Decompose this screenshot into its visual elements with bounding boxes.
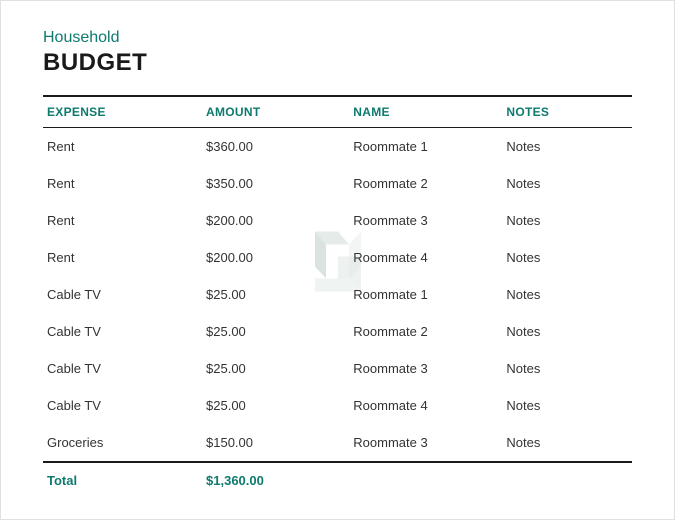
- cell-expense: Cable TV: [43, 276, 202, 313]
- cell-expense: Cable TV: [43, 313, 202, 350]
- cell-notes: Notes: [502, 165, 632, 202]
- cell-name: Roommate 4: [349, 387, 502, 424]
- cell-notes: Notes: [502, 387, 632, 424]
- cell-amount: $200.00: [202, 202, 349, 239]
- document-subtitle: Household: [43, 29, 632, 47]
- cell-notes: Notes: [502, 424, 632, 462]
- cell-name: Roommate 2: [349, 313, 502, 350]
- cell-expense: Rent: [43, 239, 202, 276]
- cell-amount: $150.00: [202, 424, 349, 462]
- cell-notes: Notes: [502, 239, 632, 276]
- table-row: Cable TV$25.00Roommate 3Notes: [43, 350, 632, 387]
- document-title: BUDGET: [43, 49, 632, 77]
- cell-notes: Notes: [502, 350, 632, 387]
- table-row: Rent$360.00Roommate 1Notes: [43, 128, 632, 166]
- cell-expense: Cable TV: [43, 387, 202, 424]
- cell-notes: Notes: [502, 128, 632, 166]
- cell-notes: Notes: [502, 202, 632, 239]
- cell-expense: Cable TV: [43, 350, 202, 387]
- cell-amount: $25.00: [202, 313, 349, 350]
- column-header-amount: AMOUNT: [202, 96, 349, 128]
- table-row: Rent$200.00Roommate 4Notes: [43, 239, 632, 276]
- cell-notes: Notes: [502, 276, 632, 313]
- cell-name: Roommate 2: [349, 165, 502, 202]
- cell-amount: $360.00: [202, 128, 349, 166]
- total-amount: $1,360.00: [202, 462, 349, 498]
- column-header-notes: NOTES: [502, 96, 632, 128]
- cell-name: Roommate 3: [349, 350, 502, 387]
- cell-expense: Groceries: [43, 424, 202, 462]
- cell-expense: Rent: [43, 128, 202, 166]
- column-header-name: NAME: [349, 96, 502, 128]
- cell-name: Roommate 1: [349, 128, 502, 166]
- cell-expense: Rent: [43, 202, 202, 239]
- cell-amount: $25.00: [202, 350, 349, 387]
- cell-amount: $350.00: [202, 165, 349, 202]
- cell-name: Roommate 4: [349, 239, 502, 276]
- cell-amount: $200.00: [202, 239, 349, 276]
- cell-amount: $25.00: [202, 276, 349, 313]
- table-row: Groceries$150.00Roommate 3Notes: [43, 424, 632, 462]
- total-label: Total: [43, 462, 202, 498]
- table-row: Rent$350.00Roommate 2Notes: [43, 165, 632, 202]
- table-row: Cable TV$25.00Roommate 1Notes: [43, 276, 632, 313]
- cell-name: Roommate 3: [349, 424, 502, 462]
- table-row: Rent$200.00Roommate 3Notes: [43, 202, 632, 239]
- table-footer-row: Total $1,360.00: [43, 462, 632, 498]
- cell-name: Roommate 3: [349, 202, 502, 239]
- table-row: Cable TV$25.00Roommate 4Notes: [43, 387, 632, 424]
- column-header-expense: EXPENSE: [43, 96, 202, 128]
- cell-notes: Notes: [502, 313, 632, 350]
- budget-table: EXPENSE AMOUNT NAME NOTES Rent$360.00Roo…: [43, 95, 632, 498]
- cell-name: Roommate 1: [349, 276, 502, 313]
- cell-amount: $25.00: [202, 387, 349, 424]
- table-header-row: EXPENSE AMOUNT NAME NOTES: [43, 96, 632, 128]
- table-row: Cable TV$25.00Roommate 2Notes: [43, 313, 632, 350]
- cell-expense: Rent: [43, 165, 202, 202]
